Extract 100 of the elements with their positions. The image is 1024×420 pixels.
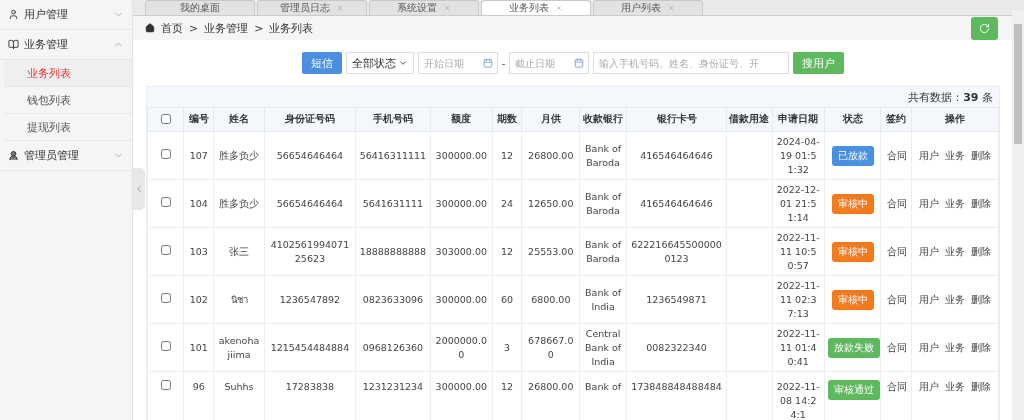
action-link[interactable]: 业务 [945, 293, 966, 305]
table-cell: 12 [492, 131, 522, 180]
table-cell: 56654646464 [264, 131, 356, 180]
tab[interactable]: 用户列表 [593, 0, 703, 15]
sidebar-item[interactable]: 提现列表 [4, 114, 132, 141]
record-count: 共有数据：39 条 [908, 89, 993, 105]
row-checkbox[interactable] [160, 340, 171, 351]
action-link[interactable]: 删除 [971, 293, 992, 305]
action-link[interactable]: 业务 [945, 381, 966, 392]
column-header: 银行卡号 [626, 107, 727, 132]
status-badge: 审核中 [831, 193, 874, 214]
sidebar-item[interactable]: 业务列表 [4, 60, 132, 87]
calendar-icon [574, 58, 585, 68]
refresh-button[interactable] [971, 16, 998, 40]
table-cell: Bank of Baroda [579, 227, 627, 276]
action-link[interactable]: 用户 [919, 341, 940, 353]
table-cell: 2022-11-11 01:40:41 [772, 323, 825, 372]
close-icon[interactable] [667, 4, 675, 12]
search-field[interactable]: 输入手机号码、姓名、身份证号、开 [593, 52, 790, 74]
end-date-field[interactable]: 截止日期 [509, 52, 590, 74]
action-link[interactable]: 用户 [919, 381, 940, 392]
column-header: 借款用途 [726, 107, 773, 132]
user-icon [8, 9, 19, 20]
breadcrumb-item[interactable]: 业务管理 [204, 20, 249, 36]
action-link[interactable]: 用户 [919, 293, 940, 305]
chevron-left-icon [134, 184, 144, 194]
table-cell: Central Bank of India [579, 323, 627, 372]
table-cell: 2022-12-01 21:51:14 [772, 179, 825, 228]
column-header: 期数 [492, 107, 522, 132]
table-cell: 1236549871 [626, 275, 727, 324]
table-cell: 102 [183, 275, 214, 324]
table-cell: 25553.00 [521, 227, 580, 276]
breadcrumb-item[interactable]: 首页 [161, 20, 183, 36]
table-cell: 6222166455000000123 [626, 227, 727, 276]
status-select[interactable]: 全部状态 [345, 52, 414, 74]
table-cell [726, 131, 773, 180]
row-checkbox[interactable] [160, 380, 171, 390]
action-link[interactable]: 业务 [945, 341, 966, 353]
table-cell: 416546464646 [626, 179, 727, 228]
start-date-field[interactable]: 开始日期 [417, 52, 498, 74]
close-icon[interactable] [336, 4, 344, 12]
breadcrumb-separator: > [254, 21, 264, 35]
calendar-icon [482, 58, 493, 68]
column-header: 姓名 [213, 107, 265, 132]
sidebar-group[interactable]: 管理员管理 [0, 141, 132, 171]
action-link[interactable]: 删除 [971, 341, 992, 353]
table-cell: 56416311111 [355, 131, 431, 180]
action-link[interactable]: 删除 [971, 197, 992, 209]
caret-icon [397, 58, 408, 68]
contract-link[interactable]: 合同 [887, 293, 908, 305]
table-cell: นิชา [213, 275, 265, 324]
tab[interactable]: 管理员日志 [257, 0, 367, 15]
close-icon[interactable] [555, 4, 563, 12]
tab[interactable]: 我的桌面 [145, 0, 255, 15]
scrollbar-thumb[interactable] [1014, 24, 1022, 144]
row-checkbox[interactable] [160, 244, 171, 255]
table-cell: Bank of Baroda [579, 131, 627, 180]
action-link[interactable]: 业务 [945, 245, 966, 257]
row-checkbox[interactable] [160, 292, 171, 303]
row-checkbox[interactable] [160, 148, 171, 159]
table-cell: 0082322340 [626, 323, 727, 372]
table-cell: 18888888888 [355, 227, 431, 276]
refresh-icon [979, 22, 990, 34]
row-checkbox[interactable] [160, 196, 171, 207]
collapse-handle[interactable] [133, 168, 145, 210]
action-link[interactable]: 业务 [945, 149, 966, 161]
action-link[interactable]: 用户 [919, 245, 940, 257]
table-cell: 56654646464 [264, 179, 356, 228]
breadcrumb-item[interactable]: 业务列表 [269, 20, 314, 36]
contract-link[interactable]: 合同 [887, 245, 908, 257]
table-cell: 5641631111 [355, 179, 431, 228]
table-cell: 2022-11-11 02:37:13 [772, 275, 825, 324]
scrollbar[interactable] [1012, 10, 1024, 420]
contract-link[interactable]: 合同 [887, 197, 908, 209]
sidebar-item[interactable]: 钱包列表 [4, 87, 132, 114]
select-all-checkbox[interactable] [160, 113, 171, 124]
sidebar-group[interactable]: 用户管理 [0, 0, 132, 30]
action-link[interactable]: 用户 [919, 197, 940, 209]
action-link[interactable]: 删除 [971, 149, 992, 161]
column-header: 申请日期 [772, 107, 825, 132]
column-header: 操作 [911, 107, 999, 132]
date-separator: - [501, 56, 506, 70]
action-link[interactable]: 用户 [919, 149, 940, 161]
action-link[interactable]: 删除 [971, 245, 992, 257]
contract-link[interactable]: 合同 [887, 341, 908, 353]
contract-link[interactable]: 合同 [887, 381, 908, 392]
action-link[interactable]: 业务 [945, 197, 966, 209]
table-cell: 12 [492, 227, 522, 276]
tab[interactable]: 系统设置 [369, 0, 479, 15]
status-badge: 审核中 [831, 241, 874, 262]
table-cell: 0968126360 [355, 323, 431, 372]
table-cell: 胜多负少 [213, 131, 265, 180]
table-cell: 103 [183, 227, 214, 276]
tab[interactable]: 业务列表 [481, 0, 591, 15]
close-icon[interactable] [443, 4, 451, 12]
table-cell: 107 [183, 131, 214, 180]
status-badge: 审核通过 [827, 380, 880, 400]
action-link[interactable]: 删除 [971, 381, 992, 392]
contract-link[interactable]: 合同 [887, 149, 908, 161]
status-badge: 已放款 [831, 145, 874, 166]
